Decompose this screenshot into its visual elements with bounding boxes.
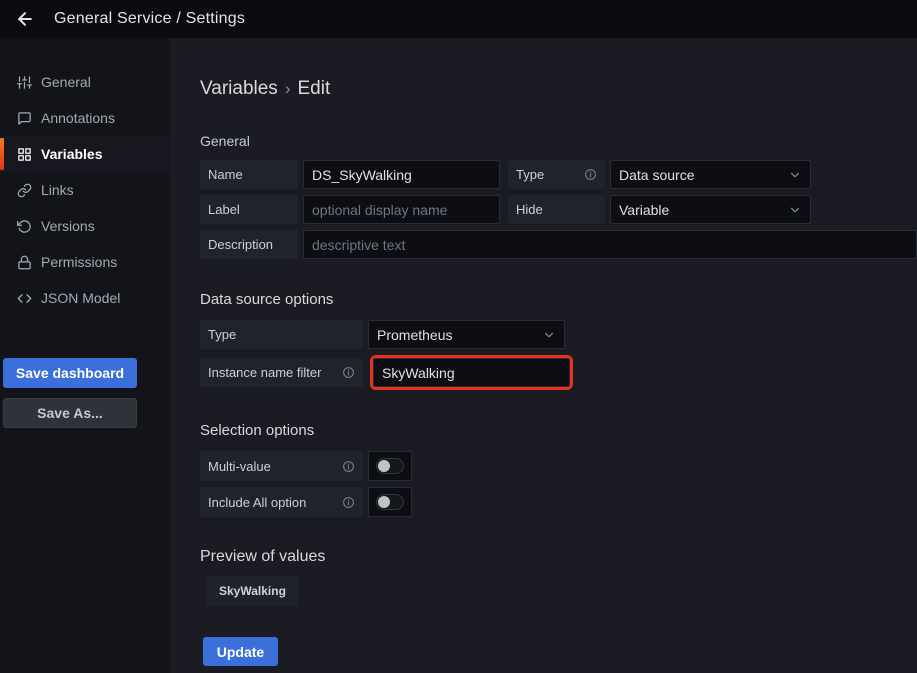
toggle-track — [376, 458, 404, 474]
sidebar-item-label: JSON Model — [41, 290, 120, 306]
breadcrumb: Variables›Edit — [200, 78, 917, 100]
sidebar-item-label: Links — [41, 182, 74, 198]
chevron-down-icon — [542, 328, 556, 342]
chevron-down-icon — [788, 203, 802, 217]
arrow-left-icon — [15, 9, 35, 29]
chevron-down-icon — [788, 168, 802, 182]
page-title: General Service / Settings — [54, 10, 245, 28]
link-icon — [17, 183, 32, 198]
include-all-label-text: Include All option — [208, 495, 306, 510]
sidebar-item-annotations[interactable]: Annotations — [0, 100, 170, 136]
include-all-toggle[interactable] — [368, 487, 412, 517]
sidebar-item-label: Permissions — [41, 254, 117, 270]
save-as-button[interactable]: Save As... — [3, 398, 137, 428]
update-button[interactable]: Update — [203, 637, 278, 666]
ds-type-select[interactable]: Prometheus — [368, 320, 565, 349]
hide-select[interactable]: Variable — [610, 195, 811, 224]
toggle-knob — [378, 460, 390, 472]
save-dashboard-button[interactable]: Save dashboard — [3, 358, 137, 388]
include-all-label: Include All option — [200, 487, 363, 517]
multi-value-toggle[interactable] — [368, 451, 412, 481]
active-indicator — [0, 138, 4, 170]
type-select-value: Data source — [619, 167, 694, 183]
sidebar-item-label: Versions — [41, 218, 95, 234]
top-bar: General Service / Settings — [0, 0, 917, 38]
breadcrumb-page: Edit — [297, 78, 330, 99]
instance-filter-label: Instance name filter — [200, 358, 363, 387]
hide-label: Hide — [508, 195, 605, 224]
sidebar-item-label: Variables — [41, 146, 103, 162]
breadcrumb-section[interactable]: Variables — [200, 78, 278, 99]
multi-value-label: Multi-value — [200, 451, 363, 481]
selection-options-title: Selection options — [200, 422, 917, 439]
label-input[interactable] — [303, 195, 500, 224]
name-label: Name — [200, 160, 298, 189]
general-section-title: General — [200, 133, 917, 149]
instance-filter-input[interactable] — [373, 358, 570, 387]
toggle-knob — [378, 496, 390, 508]
description-label: Description — [200, 230, 298, 259]
info-icon[interactable] — [342, 460, 355, 473]
hide-label-text: Hide — [516, 202, 543, 217]
sidebar-item-variables[interactable]: Variables — [0, 136, 170, 172]
ds-type-select-value: Prometheus — [377, 327, 452, 343]
breadcrumb-separator: › — [278, 79, 298, 98]
preview-title: Preview of values — [200, 548, 917, 566]
sidebar-item-versions[interactable]: Versions — [0, 208, 170, 244]
ds-type-label: Type — [200, 320, 363, 349]
type-label-text: Type — [516, 167, 544, 182]
sidebar-item-general[interactable]: General — [0, 64, 170, 100]
name-input[interactable] — [303, 160, 500, 189]
comment-icon — [17, 111, 32, 126]
type-select[interactable]: Data source — [610, 160, 811, 189]
history-icon — [17, 219, 32, 234]
info-icon[interactable] — [584, 168, 597, 181]
sidebar-item-links[interactable]: Links — [0, 172, 170, 208]
lock-icon — [17, 255, 32, 270]
ds-type-label-text: Type — [208, 327, 236, 342]
annotation-highlight-box — [370, 355, 573, 390]
back-button[interactable] — [14, 8, 36, 30]
label-label: Label — [200, 195, 298, 224]
toggle-track — [376, 494, 404, 510]
settings-sidebar: General Annotations Variables Links — [0, 38, 170, 673]
sliders-icon — [17, 75, 32, 90]
preview-value-tag: SkyWalking — [206, 576, 299, 606]
info-icon[interactable] — [342, 366, 355, 379]
variables-edit-panel: Variables›Edit General Name Type Data so… — [170, 38, 917, 673]
description-input[interactable] — [303, 230, 917, 259]
instance-filter-label-text: Instance name filter — [208, 365, 321, 380]
sidebar-item-permissions[interactable]: Permissions — [0, 244, 170, 280]
code-icon — [17, 291, 32, 306]
multi-value-label-text: Multi-value — [208, 459, 271, 474]
sidebar-item-label: Annotations — [41, 110, 115, 126]
info-icon[interactable] — [342, 496, 355, 509]
sidebar-item-json-model[interactable]: JSON Model — [0, 280, 170, 316]
sidebar-item-label: General — [41, 74, 91, 90]
hide-select-value: Variable — [619, 202, 669, 218]
grid-icon — [17, 147, 32, 162]
type-label: Type — [508, 160, 605, 189]
data-source-options-title: Data source options — [200, 291, 917, 308]
